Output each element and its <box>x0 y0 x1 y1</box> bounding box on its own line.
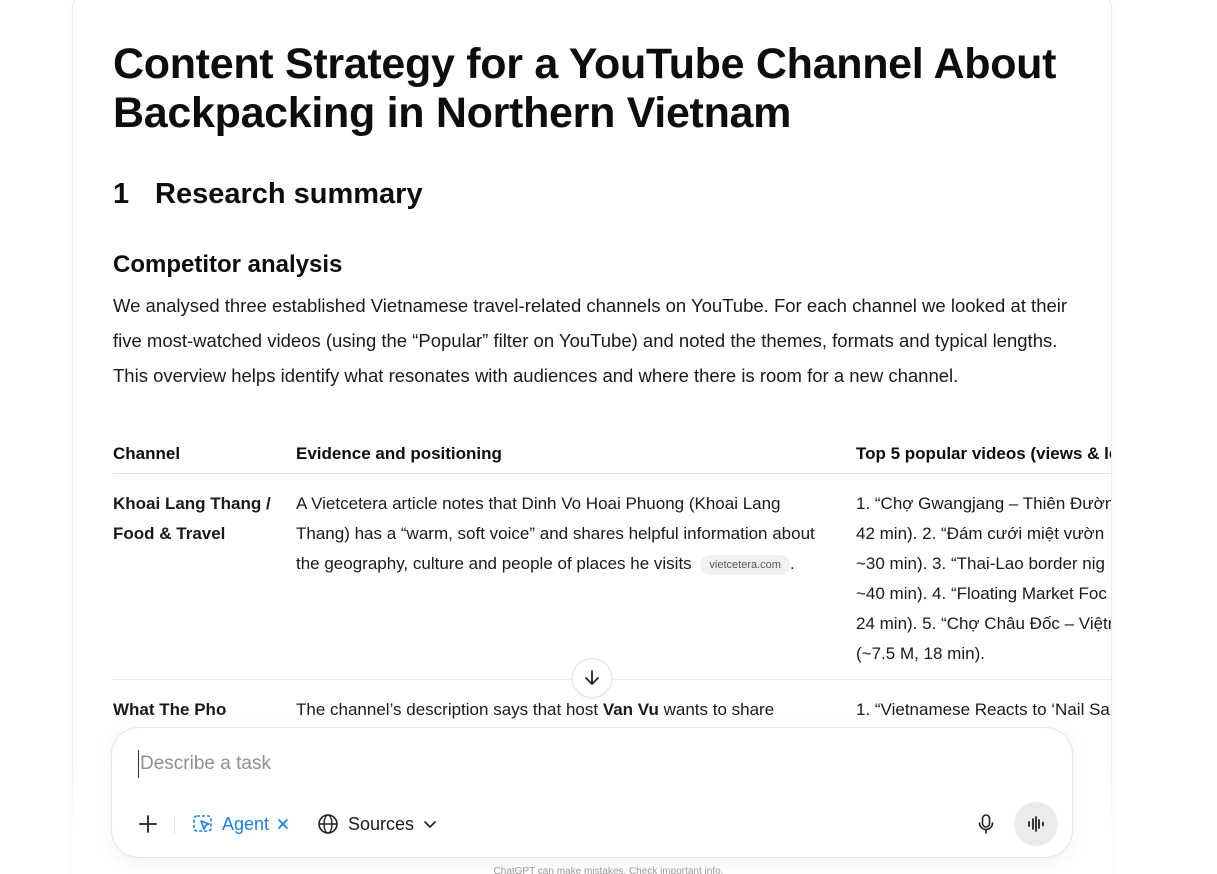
column-header-channel: Channel <box>113 444 181 463</box>
agent-chip[interactable]: Agent <box>192 808 289 840</box>
disclaimer-text: ChatGPT can make mistakes. Check importa… <box>493 866 724 874</box>
agent-label: Agent <box>222 813 270 834</box>
subsection-heading: Competitor analysis <box>113 251 343 278</box>
plus-icon <box>139 815 157 833</box>
table-cell-channel: Khoai Lang Thang / Food & Travel <box>113 494 271 543</box>
microphone-button[interactable] <box>972 808 1000 840</box>
host-name: Van Vu <box>602 700 659 719</box>
table-cell-evidence: The channel’s description says that host… <box>296 695 826 725</box>
section-title: Research summary <box>155 178 423 210</box>
citation-chip[interactable]: vietcetera.com <box>700 554 790 575</box>
toolbar-divider <box>174 816 175 834</box>
chevron-down-icon <box>424 821 436 828</box>
task-input[interactable] <box>138 750 1018 778</box>
section-heading: 1 Research summary <box>113 176 423 212</box>
table-cell-evidence: A Vietcetera article notes that Dinh Vo … <box>296 494 815 575</box>
evidence-text: The channel’s description says that host <box>296 700 603 719</box>
waveform-icon <box>1028 816 1044 832</box>
section-number: 1 <box>113 178 130 210</box>
composer: Agent Sources <box>111 727 1073 858</box>
sources-label: Sources <box>348 813 415 834</box>
evidence-text: wants to share <box>658 700 775 719</box>
agent-cursor-icon <box>193 815 212 832</box>
header-divider <box>113 473 1111 474</box>
microphone-icon <box>978 814 994 834</box>
column-header-evidence: Evidence and positioning <box>296 444 502 463</box>
add-button[interactable] <box>134 808 162 840</box>
intro-paragraph: We analysed three established Vietnamese… <box>113 295 1068 386</box>
arrow-down-icon <box>585 670 599 685</box>
globe-icon <box>318 814 338 834</box>
row-divider <box>113 679 1111 680</box>
table-cell-channel: What The Pho <box>113 700 227 719</box>
sources-button[interactable]: Sources <box>317 808 437 840</box>
voice-mode-button[interactable] <box>1014 802 1058 846</box>
document-title: Content Strategy for a YouTube Channel A… <box>113 40 1057 137</box>
table-cell-top-videos: 1. “Chợ Gwangjang – Thiên Đườn 42 min). … <box>856 494 1112 663</box>
column-header-top-videos: Top 5 popular videos (views & le <box>856 444 1112 463</box>
scroll-down-button[interactable] <box>572 658 612 698</box>
close-icon[interactable] <box>277 818 289 830</box>
